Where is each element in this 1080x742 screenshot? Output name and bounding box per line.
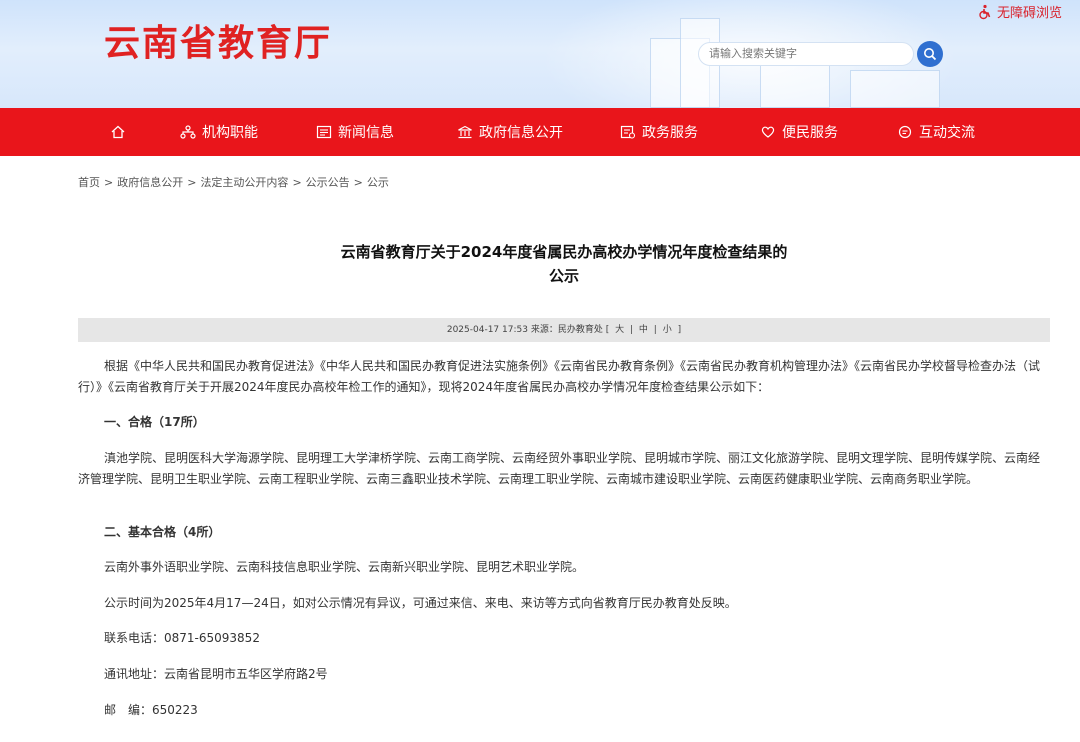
- article-title-line: 云南省教育厅关于2024年度省属民办高校办学情况年度检查结果的: [340, 243, 788, 261]
- breadcrumb-home[interactable]: 首页: [78, 176, 100, 189]
- section-heading-qualified: 一、合格（17所）: [104, 415, 205, 429]
- accessibility-link-label: 无障碍浏览: [996, 6, 1062, 21]
- contact-address: 通讯地址：云南省昆明市五华区学府路2号: [104, 667, 328, 681]
- article-meta-bar: 2025-04-17 17:53 来源：民办教育处 [ 大 | 中 | 小 ]: [78, 318, 1050, 342]
- font-size-divider: |: [629, 325, 634, 335]
- site-header: 云南省教育厅 无障碍浏览 请输入搜索关键字: [0, 0, 1080, 108]
- nav-item-interaction[interactable]: 互动交流: [897, 108, 975, 156]
- nav-label-interaction: 互动交流: [919, 125, 975, 141]
- article-title-line: 公示: [548, 267, 579, 285]
- nav-label-org: 机构职能: [202, 125, 258, 141]
- nav-item-news[interactable]: 新闻信息: [316, 108, 394, 156]
- qualified-schools-list: 滇池学院、昆明医科大学海源学院、昆明理工大学津桥学院、云南工商学院、云南经贸外事…: [78, 451, 1041, 486]
- government-icon: [458, 125, 472, 139]
- breadcrumb: 首页 > 政府信息公开 > 法定主动公开内容 > 公示公告 > 公示: [78, 174, 389, 190]
- font-size-bracket: ]: [677, 325, 682, 335]
- article-title: 云南省教育厅关于2024年度省属民办高校办学情况年度检查结果的 公示: [78, 240, 1050, 288]
- nav-item-org[interactable]: 机构职能: [180, 108, 258, 156]
- intro-paragraph: 根据《中华人民共和国民办教育促进法》《中华人民共和国民办教育促进法实施条例》《云…: [78, 359, 1041, 394]
- main-nav: 机构职能 新闻信息 政府信息公开 政务服务 便民服务 互动交流: [0, 108, 1080, 156]
- nav-item-gov-info[interactable]: 政府信息公开: [457, 108, 563, 156]
- org-icon: [180, 125, 196, 139]
- section-heading-basic: 二、基本合格（4所）: [104, 525, 221, 539]
- heart-hand-icon: [761, 126, 775, 138]
- font-size-large[interactable]: 大: [615, 325, 624, 335]
- nav-label-news: 新闻信息: [338, 125, 394, 141]
- font-size-medium[interactable]: 中: [639, 325, 648, 335]
- nav-label-gov-service: 政务服务: [642, 125, 698, 141]
- nav-item-convenience[interactable]: 便民服务: [760, 108, 838, 156]
- header-building-graphic: [850, 70, 940, 108]
- chat-icon: [898, 125, 912, 139]
- news-icon: [316, 125, 332, 139]
- contact-phone: 联系电话：0871-65093852: [104, 631, 260, 645]
- font-size-divider: |: [653, 325, 657, 335]
- basic-schools-list: 云南外事外语职业学院、云南科技信息职业学院、云南新兴职业学院、昆明艺术职业学院。: [104, 560, 585, 574]
- breadcrumb-statutory[interactable]: 法定主动公开内容: [200, 176, 288, 189]
- accessibility-link[interactable]: 无障碍浏览: [977, 2, 1062, 21]
- breadcrumb-gov-info[interactable]: 政府信息公开: [117, 176, 183, 189]
- nav-label-gov-info: 政府信息公开: [479, 125, 563, 141]
- font-size-small[interactable]: 小: [663, 325, 672, 335]
- breadcrumb-separator: >: [353, 176, 363, 189]
- search-icon: [924, 48, 937, 61]
- home-icon: [111, 125, 125, 139]
- wheelchair-icon: [979, 4, 991, 19]
- notice-paragraph: 公示时间为2025年4月17—24日，如对公示情况有异议，可通过来信、来电、来访…: [104, 596, 737, 610]
- nav-label-convenience: 便民服务: [782, 125, 838, 141]
- article-meta: 2025-04-17 17:53 来源：民办教育处: [446, 325, 603, 335]
- search-input[interactable]: 请输入搜索关键字: [698, 42, 914, 66]
- breadcrumb-separator: >: [104, 176, 114, 189]
- site-title: 云南省教育厅: [104, 23, 333, 64]
- nav-item-home[interactable]: [110, 108, 126, 156]
- contact-postcode: 邮 编：650223: [104, 703, 198, 717]
- breadcrumb-announcements[interactable]: 公示公告: [306, 176, 350, 189]
- service-icon: [620, 125, 636, 139]
- breadcrumb-separator: >: [292, 176, 302, 189]
- font-size-bracket: [: [605, 325, 610, 335]
- nav-item-gov-service[interactable]: 政务服务: [620, 108, 698, 156]
- breadcrumb-separator: >: [187, 176, 197, 189]
- search-button[interactable]: [917, 41, 943, 67]
- breadcrumb-current[interactable]: 公示: [367, 176, 389, 189]
